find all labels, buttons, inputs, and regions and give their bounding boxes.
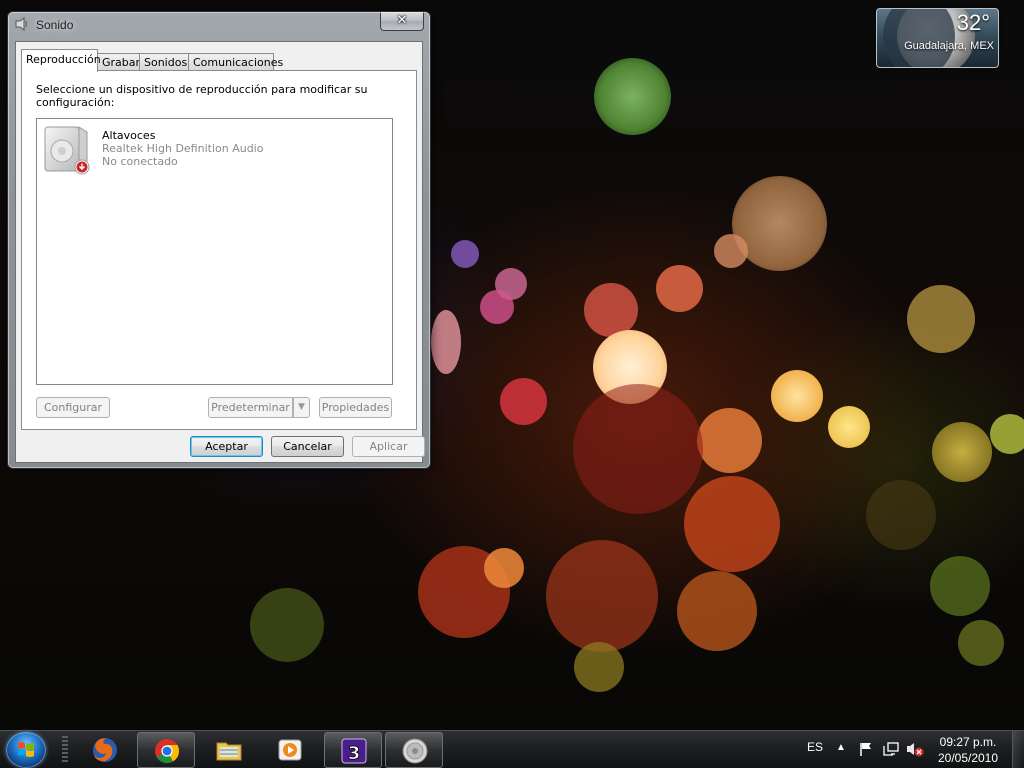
device-item[interactable]: Altavoces Realtek High Definition Audio … bbox=[39, 121, 339, 177]
taskbar-grip[interactable] bbox=[62, 736, 68, 764]
window-title: Sonido bbox=[36, 18, 74, 32]
weather-location: Guadalajara, MEX bbox=[904, 40, 994, 52]
tab-comunicaciones[interactable]: Comunicaciones bbox=[188, 53, 283, 71]
set-default-button[interactable]: Predeterminar bbox=[208, 397, 293, 418]
bokeh-light bbox=[714, 234, 748, 268]
bokeh-light bbox=[594, 58, 671, 135]
configure-button[interactable]: Configurar bbox=[36, 397, 110, 418]
taskbar-media-player[interactable] bbox=[261, 732, 319, 768]
device-driver: Realtek High Definition Audio bbox=[102, 142, 264, 155]
start-button[interactable] bbox=[6, 732, 46, 768]
tab-panel-playback: Seleccione un dispositivo de reproducció… bbox=[21, 70, 417, 430]
weather-gadget[interactable]: 32° Guadalajara, MEX bbox=[876, 8, 999, 68]
speaker-device-icon bbox=[44, 126, 90, 175]
apply-button[interactable]: Aplicar bbox=[352, 436, 425, 457]
instructions-text: Seleccione un dispositivo de reproducció… bbox=[36, 83, 368, 109]
bokeh-light bbox=[990, 414, 1024, 454]
taskbar-sound[interactable] bbox=[385, 732, 443, 768]
svg-text:3: 3 bbox=[348, 743, 361, 764]
media-player-icon bbox=[278, 739, 302, 761]
bokeh-light bbox=[932, 422, 992, 482]
title-bar[interactable]: Sonido ✕ bbox=[8, 12, 430, 38]
cancel-button[interactable]: Cancelar bbox=[271, 436, 344, 457]
device-list[interactable]: Altavoces Realtek High Definition Audio … bbox=[36, 118, 393, 385]
bokeh-light bbox=[546, 540, 658, 652]
bokeh-light bbox=[771, 370, 823, 422]
show-hidden-icon[interactable]: ▲ bbox=[836, 742, 846, 753]
dialog-client-area: Reproducción Grabar Sonidos Comunicacion… bbox=[15, 41, 425, 463]
bokeh-light bbox=[480, 290, 514, 324]
bokeh-light bbox=[451, 240, 479, 268]
weather-temperature: 32° bbox=[956, 10, 990, 35]
bokeh-light bbox=[866, 480, 936, 550]
bokeh-light bbox=[930, 556, 990, 616]
taskbar: 3 ES ▲ 09:27 p.m. 20/05/2010 bbox=[0, 730, 1024, 768]
speaker-app-icon bbox=[15, 17, 27, 31]
bokeh-light bbox=[574, 642, 624, 692]
firefox-icon bbox=[93, 738, 117, 762]
network-icon[interactable] bbox=[882, 741, 900, 757]
windows-logo-icon bbox=[18, 742, 34, 757]
properties-button[interactable]: Propiedades bbox=[319, 397, 392, 418]
device-name: Altavoces bbox=[102, 129, 156, 142]
ok-button[interactable]: Aceptar bbox=[190, 436, 263, 457]
bokeh-light bbox=[677, 571, 757, 651]
bokeh-light bbox=[250, 588, 324, 662]
bokeh-light bbox=[907, 285, 975, 353]
taskbar-firefox[interactable] bbox=[76, 732, 134, 768]
bokeh-light bbox=[484, 548, 524, 588]
chrome-icon bbox=[155, 739, 179, 764]
taskbar-game-3[interactable]: 3 bbox=[324, 732, 382, 768]
volume-muted-icon[interactable] bbox=[906, 741, 924, 757]
tab-reproduccion[interactable]: Reproducción bbox=[21, 49, 101, 72]
bokeh-light bbox=[828, 406, 870, 448]
bokeh-light bbox=[573, 384, 703, 514]
explorer-icon bbox=[216, 742, 242, 761]
device-status: No conectado bbox=[102, 155, 178, 168]
bokeh-light bbox=[656, 265, 703, 312]
taskbar-chrome[interactable] bbox=[137, 732, 195, 768]
sound-icon bbox=[402, 738, 428, 764]
close-button[interactable]: ✕ bbox=[380, 12, 424, 31]
set-default-dropdown-arrow[interactable]: ▼ bbox=[293, 397, 310, 418]
bokeh-light bbox=[958, 620, 1004, 666]
moon-shadow bbox=[883, 9, 955, 67]
bokeh-light bbox=[584, 283, 638, 337]
bokeh-light bbox=[431, 310, 461, 374]
bokeh-light bbox=[684, 476, 780, 572]
taskbar-explorer[interactable] bbox=[200, 732, 258, 768]
language-indicator[interactable]: ES bbox=[807, 740, 823, 754]
bokeh-light bbox=[697, 408, 762, 473]
tab-sonidos[interactable]: Sonidos bbox=[139, 53, 189, 71]
bokeh-light bbox=[500, 378, 547, 425]
game-3-icon: 3 bbox=[341, 738, 367, 764]
tab-grabar[interactable]: Grabar bbox=[97, 53, 140, 71]
show-desktop-button[interactable] bbox=[1012, 731, 1024, 768]
action-center-flag-icon[interactable] bbox=[858, 741, 874, 757]
sound-dialog: Sonido ✕ Reproducción Grabar Sonidos Com… bbox=[7, 11, 431, 469]
clock-time[interactable]: 09:27 p.m. bbox=[933, 735, 1003, 749]
clock-date[interactable]: 20/05/2010 bbox=[933, 751, 1003, 765]
